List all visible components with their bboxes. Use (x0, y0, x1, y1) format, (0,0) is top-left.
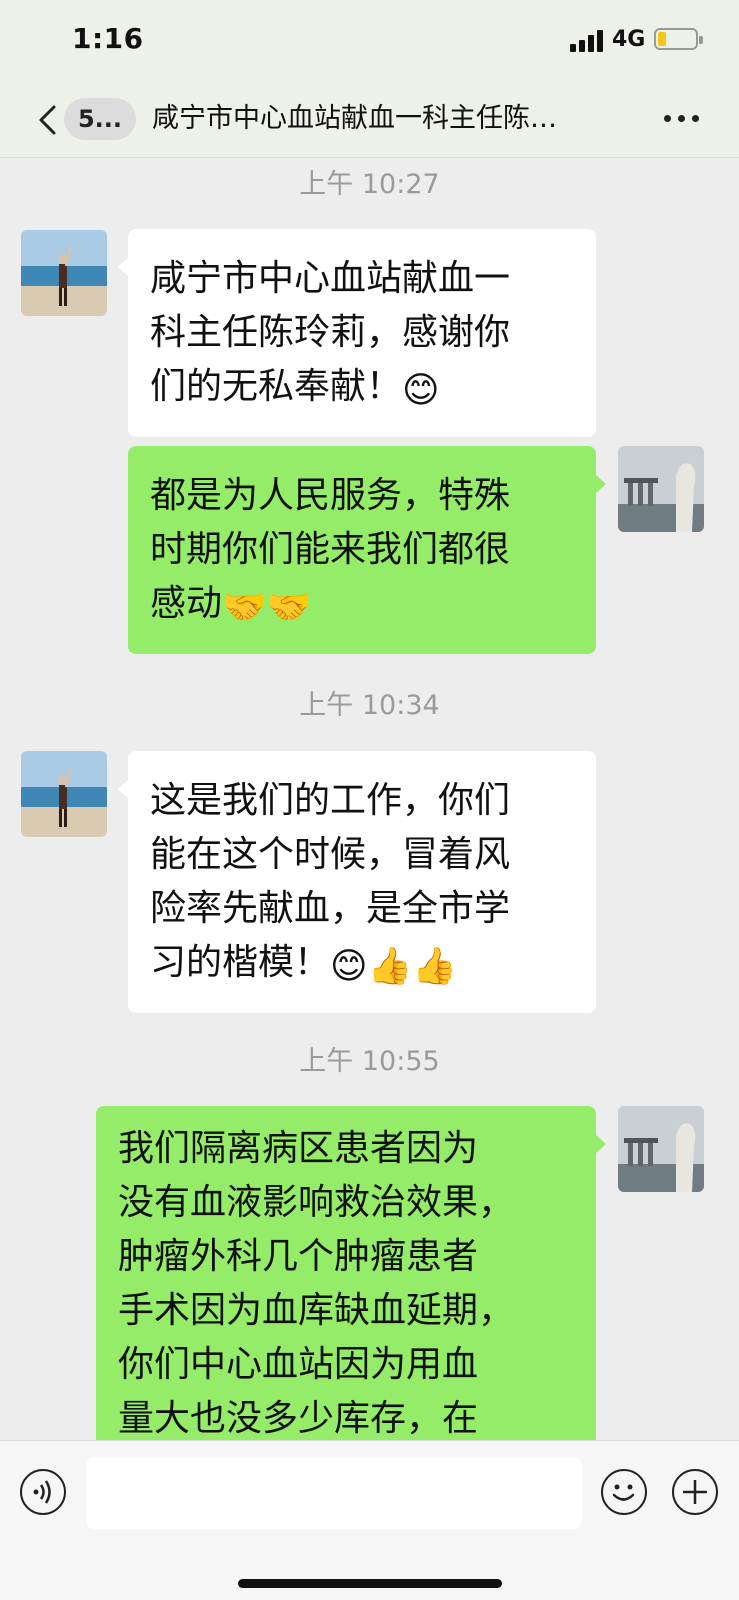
voice-icon (33, 1480, 51, 1504)
chat-title: 咸宁市中心血站献血一科主任陈… (152, 103, 557, 134)
input-bar (0, 1440, 739, 1600)
unread-badge[interactable]: 5... (64, 98, 136, 140)
message-line: 能在这个时候，冒着风 (150, 834, 511, 875)
message-line: 们的无私奉献！ (150, 366, 403, 407)
smiling-face-icon: 😊 (330, 946, 368, 987)
message-line: 我们隔离病区患者因为 (118, 1128, 479, 1169)
thumbs-up-icon: 👍 (367, 946, 413, 987)
network-type: 4G (612, 27, 646, 52)
handshake-icon: 🤝 (266, 587, 312, 628)
message-line: 这是我们的工作，你们 (150, 780, 511, 821)
signal-icon (570, 30, 604, 52)
city-photo-icon (618, 446, 704, 532)
message-line: 咸宁市中心血站献血一 (150, 258, 511, 299)
message-timestamp: 上午 10:27 (299, 169, 440, 200)
message-bubble-received[interactable]: 咸宁市中心血站献血一 科主任陈玲莉，感谢你 们的无私奉献！😊 (118, 229, 596, 437)
voice-input-button[interactable] (20, 1469, 66, 1515)
my-avatar[interactable] (618, 1106, 704, 1192)
my-avatar[interactable] (618, 446, 704, 532)
emoji-button[interactable] (601, 1469, 647, 1515)
message-line: 你们中心血站因为用血 (118, 1344, 479, 1385)
more-icon[interactable] (664, 114, 700, 124)
message-bubble-received[interactable]: 这是我们的工作，你们 能在这个时候，冒着风 险率先献血，是全市学 习的楷模！😊👍… (118, 751, 596, 1013)
message-input[interactable] (86, 1457, 582, 1529)
chat-header: 5... 咸宁市中心血站献血一科主任陈… (0, 82, 739, 158)
beach-photo-icon (21, 230, 107, 316)
beach-photo-icon (21, 751, 107, 837)
status-bar: 1:16 4G (0, 0, 739, 82)
smiling-face-icon: 😊 (402, 370, 440, 411)
message-line: 没有血液影响救治效果， (118, 1182, 515, 1223)
message-line: 手术因为血库缺血延期， (118, 1290, 515, 1331)
message-line: 感动 (150, 583, 223, 624)
message-bubble-sent[interactable]: 都是为人民服务，特殊 时期你们能来我们都很 感动🤝🤝 (128, 446, 606, 654)
more-actions-button[interactable] (672, 1469, 718, 1515)
thumbs-up-icon: 👍 (412, 946, 458, 987)
message-line: 科主任陈玲莉，感谢你 (150, 312, 511, 353)
home-indicator[interactable] (238, 1579, 502, 1588)
message-timestamp: 上午 10:34 (299, 690, 440, 721)
message-line: 险率先献血，是全市学 (150, 888, 511, 929)
handshake-icon: 🤝 (222, 587, 267, 628)
message-line: 时期你们能来我们都很 (150, 529, 511, 570)
message-line: 习的楷模！ (150, 942, 331, 983)
back-icon[interactable] (36, 104, 58, 136)
message-timestamp: 上午 10:55 (299, 1046, 440, 1077)
message-line: 都是为人民服务，特殊 (150, 475, 511, 516)
message-line: 肿瘤外科几个肿瘤患者 (118, 1236, 479, 1277)
smiley-icon (612, 1484, 635, 1501)
city-photo-icon (618, 1106, 704, 1192)
battery-icon (654, 28, 703, 50)
plus-icon (683, 1480, 707, 1504)
message-line: 量大也没多少库存，在 (118, 1398, 479, 1439)
contact-avatar[interactable] (21, 230, 107, 316)
contact-avatar[interactable] (21, 751, 107, 837)
status-time: 1:16 (72, 22, 144, 55)
